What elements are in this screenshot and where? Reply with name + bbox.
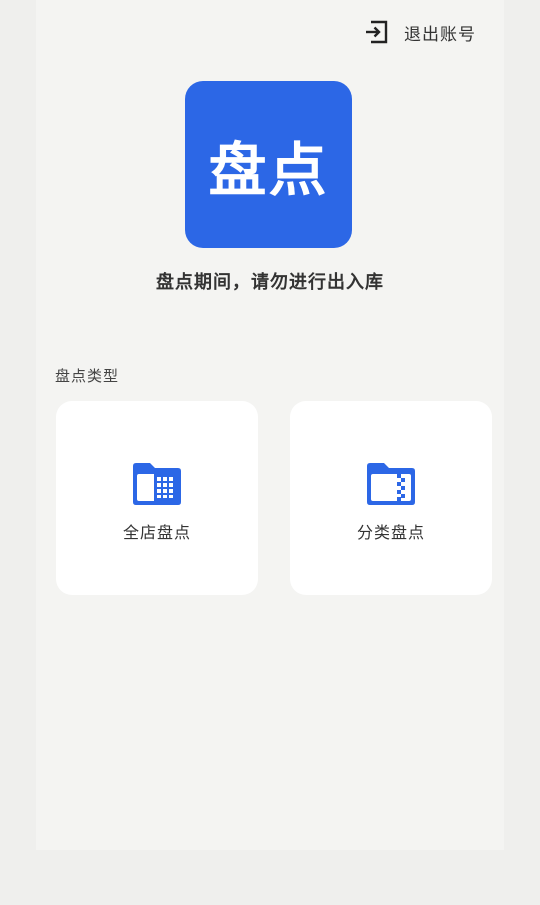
card-label: 全店盘点 [122, 523, 191, 542]
section-title: 盘点类型 [55, 367, 120, 385]
full-store-stocktake-card[interactable]: 全店盘点 [56, 401, 258, 595]
logout-icon [366, 20, 388, 44]
folder-grid-icon [133, 463, 181, 505]
screen: 退出账号 盘点 盘点期间，请勿进行出入库 盘点类型 全店盘点 分类盘点 [0, 0, 540, 905]
folder-zip-icon [367, 463, 415, 505]
logout-button[interactable]: 退出账号 [362, 16, 476, 48]
logout-label: 退出账号 [404, 24, 476, 45]
app-logo-text: 盘点 [208, 135, 329, 204]
category-stocktake-card[interactable]: 分类盘点 [290, 401, 492, 595]
card-label: 分类盘点 [356, 523, 425, 542]
notice-text: 盘点期间，请勿进行出入库 [156, 272, 384, 293]
app-logo: 盘点 [185, 81, 352, 248]
